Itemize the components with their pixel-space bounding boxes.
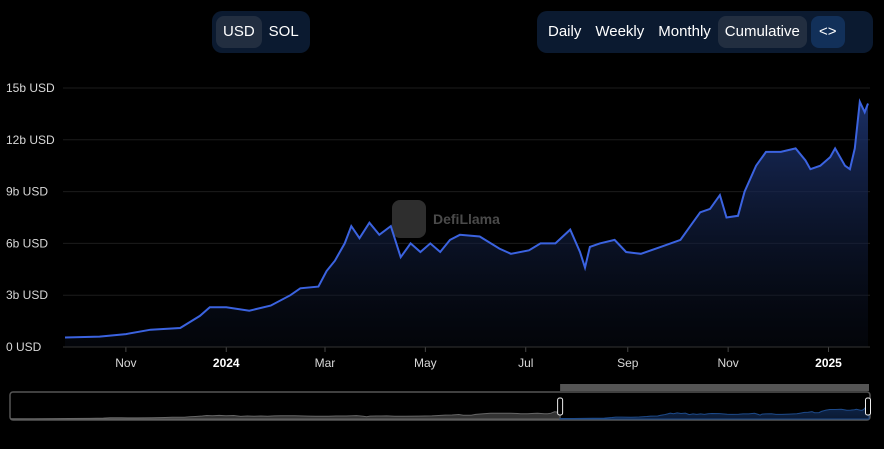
- x-tick-label: Jul: [518, 356, 533, 370]
- currency-toggle: USD SOL: [212, 11, 310, 53]
- x-tick-label: 2025: [815, 356, 842, 370]
- cumulative-button[interactable]: Cumulative: [717, 16, 807, 48]
- x-tick-label: May: [414, 356, 437, 370]
- llama-logo-icon: [392, 200, 426, 238]
- x-tick-label: Nov: [717, 356, 738, 370]
- brush-handle-right[interactable]: [865, 397, 871, 416]
- y-tick-label: 9b USD: [6, 185, 48, 199]
- watermark: DefiLlama: [392, 200, 500, 238]
- daily-button[interactable]: Daily: [541, 16, 588, 48]
- x-tick-label: 2024: [213, 356, 240, 370]
- y-tick-label: 0 USD: [6, 340, 42, 354]
- brush-drag-bar[interactable]: [560, 384, 869, 391]
- chart: 0 USD 3b USD 6b USD 9b USD 12b USD 15b USD De…: [6, 81, 871, 421]
- monthly-button[interactable]: Monthly: [651, 16, 718, 48]
- x-tick-label: Sep: [617, 356, 639, 370]
- y-tick-label: 15b USD: [6, 81, 55, 95]
- code-icon[interactable]: <>: [810, 16, 845, 48]
- x-tick-label: Mar: [315, 356, 336, 370]
- range-brush[interactable]: [9, 384, 871, 421]
- y-tick-label: 6b USD: [6, 236, 48, 250]
- y-tick-label: 3b USD: [6, 288, 48, 302]
- weekly-button[interactable]: Weekly: [588, 16, 651, 48]
- y-tick-label: 12b USD: [6, 133, 55, 147]
- period-toggle: Daily Weekly Monthly Cumulative <>: [537, 11, 873, 53]
- x-tick-label: Nov: [115, 356, 136, 370]
- sol-button[interactable]: SOL: [262, 16, 306, 48]
- usd-button[interactable]: USD: [216, 16, 262, 48]
- brush-handle-left[interactable]: [557, 397, 564, 416]
- watermark-text: DefiLlama: [433, 211, 500, 227]
